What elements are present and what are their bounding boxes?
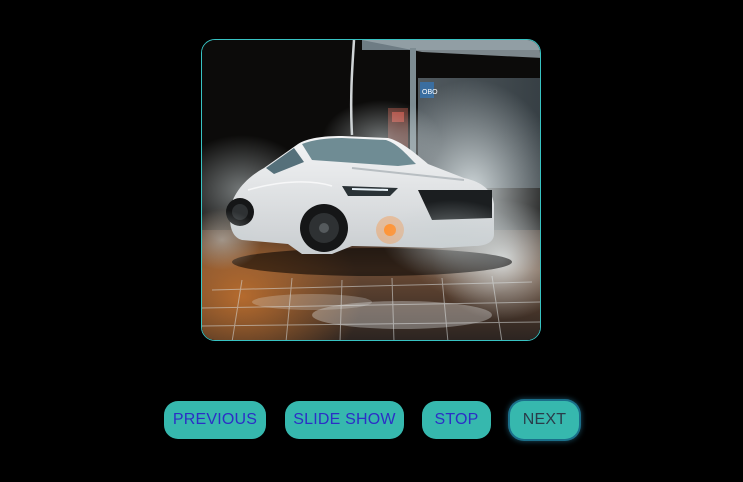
slideshow-image: OBO bbox=[201, 39, 541, 341]
stop-button[interactable]: STOP bbox=[422, 401, 491, 439]
slideshow-screen: OBO PREVIOUS SLIDE SHOW STOP NEXT bbox=[0, 0, 743, 482]
next-button[interactable]: NEXT bbox=[510, 401, 579, 439]
car-photo: OBO bbox=[202, 40, 540, 340]
previous-button[interactable]: PREVIOUS bbox=[164, 401, 266, 439]
slide-show-button[interactable]: SLIDE SHOW bbox=[285, 401, 404, 439]
